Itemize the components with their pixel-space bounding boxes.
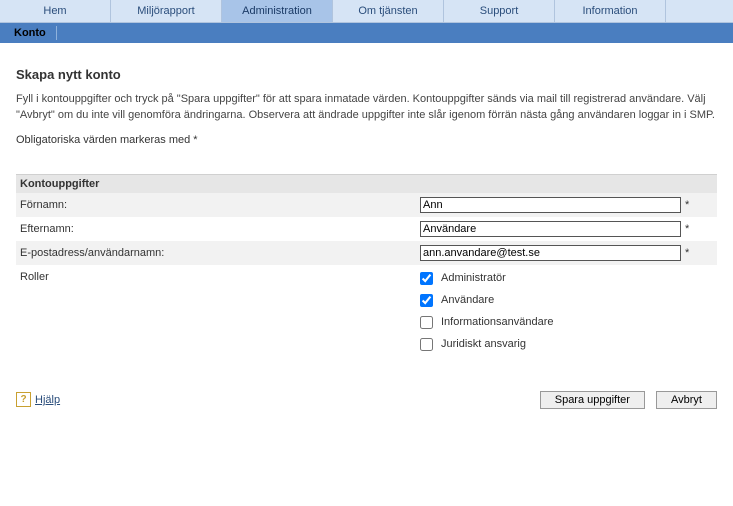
row-firstname: Förnamn: * (16, 193, 717, 217)
row-lastname: Efternamn: * (16, 217, 717, 241)
intro-text: Fyll i kontouppgifter och tryck på "Spar… (16, 92, 717, 124)
role-checkbox-anvandare[interactable] (420, 294, 433, 307)
content-area: Skapa nytt konto Fyll i kontouppgifter o… (0, 43, 733, 367)
footer-bar: ? Hjälp Spara uppgifter Avbryt (0, 367, 733, 419)
help-block: ? Hjälp (16, 392, 532, 407)
role-label: Informationsanvändare (441, 316, 554, 328)
role-checkbox-informationsanvandare[interactable] (420, 316, 433, 329)
tab-support[interactable]: Support (444, 0, 555, 22)
role-item: Juridiskt ansvarig (420, 335, 713, 357)
lastname-required: * (681, 223, 689, 235)
save-button[interactable]: Spara uppgifter (540, 391, 645, 409)
role-label: Juridiskt ansvarig (441, 338, 526, 350)
tab-administration[interactable]: Administration (222, 0, 333, 22)
firstname-input[interactable] (420, 197, 681, 213)
row-email: E-postadress/användarnamn: * (16, 241, 717, 265)
lastname-label: Efternamn: (20, 223, 420, 235)
help-link[interactable]: Hjälp (35, 394, 60, 406)
role-item: Användare (420, 291, 713, 313)
role-item: Administratör (420, 269, 713, 291)
role-item: Informationsanvändare (420, 313, 713, 335)
page-title: Skapa nytt konto (16, 67, 717, 82)
firstname-label: Förnamn: (20, 199, 420, 211)
email-label: E-postadress/användarnamn: (20, 247, 420, 259)
firstname-required: * (681, 199, 689, 211)
roles-label: Roller (20, 269, 420, 357)
role-checkbox-administrator[interactable] (420, 272, 433, 285)
email-required: * (681, 247, 689, 259)
role-label: Administratör (441, 272, 506, 284)
tab-om-tjansten[interactable]: Om tjänsten (333, 0, 444, 22)
subtab-konto[interactable]: Konto (14, 26, 57, 40)
tab-information[interactable]: Information (555, 0, 666, 22)
lastname-input[interactable] (420, 221, 681, 237)
section-heading: Kontouppgifter (16, 174, 717, 193)
tab-hem[interactable]: Hem (0, 0, 111, 22)
top-nav: Hem Miljörapport Administration Om tjäns… (0, 0, 733, 23)
help-icon: ? (16, 392, 31, 407)
roles-list: Administratör Användare Informationsanvä… (420, 269, 713, 357)
sub-nav: Konto (0, 23, 733, 43)
role-label: Användare (441, 294, 494, 306)
mandatory-note: Obligatoriska värden markeras med * (16, 134, 717, 146)
role-checkbox-juridiskt-ansvarig[interactable] (420, 338, 433, 351)
tab-miljorapport[interactable]: Miljörapport (111, 0, 222, 22)
email-input[interactable] (420, 245, 681, 261)
row-roles: Roller Administratör Användare Informati… (16, 265, 717, 357)
cancel-button[interactable]: Avbryt (656, 391, 717, 409)
